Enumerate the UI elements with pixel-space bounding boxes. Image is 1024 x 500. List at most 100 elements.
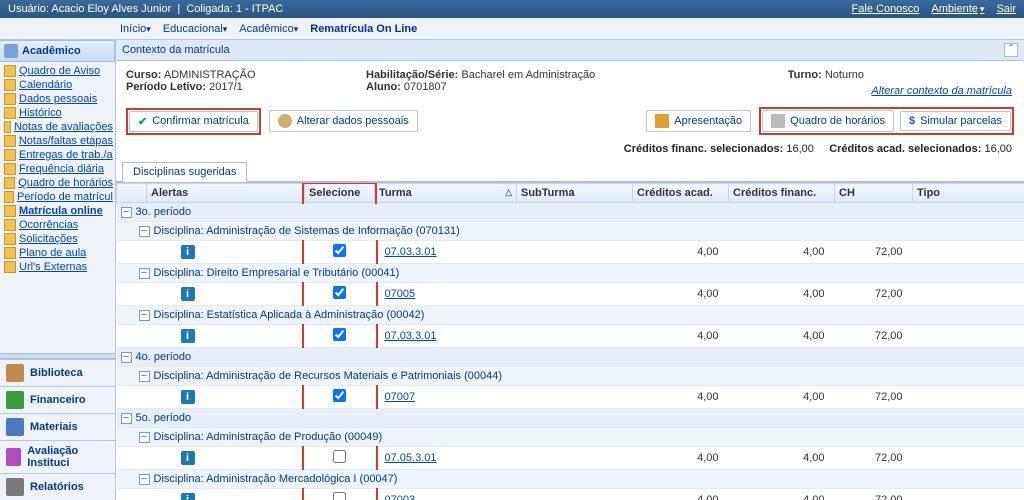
doc-icon bbox=[4, 219, 16, 231]
sidebar-item-quadro-aviso[interactable]: Quadro de Aviso bbox=[2, 64, 115, 78]
periodo-value: 2017/1 bbox=[209, 81, 243, 93]
info-icon[interactable]: i bbox=[181, 287, 195, 301]
select-checkbox[interactable] bbox=[333, 286, 346, 299]
sidebar-item-periodo-matricula[interactable]: Período de matrícul bbox=[2, 190, 115, 204]
period-row[interactable]: −4o. período bbox=[117, 348, 1024, 367]
discipline-row[interactable]: −Disciplina: Estatística Aplicada à Admi… bbox=[117, 306, 1024, 325]
turma-link[interactable]: 07.05.3.01 bbox=[379, 452, 437, 464]
info-icon[interactable]: i bbox=[181, 493, 195, 500]
info-icon[interactable]: i bbox=[181, 390, 195, 404]
discipline-row[interactable]: −Disciplina: Administração Mercadológica… bbox=[117, 470, 1024, 489]
main-panel: Contexto da matrícula ˆ Curso: ADMINISTR… bbox=[116, 40, 1024, 500]
fale-conosco-link[interactable]: Fale Conosco bbox=[852, 0, 920, 18]
select-checkbox[interactable] bbox=[333, 244, 346, 257]
col-turma[interactable]: Turma△ bbox=[375, 184, 517, 203]
col-subturma[interactable]: SubTurma bbox=[517, 184, 633, 203]
module-relatorios[interactable]: Relatórios bbox=[0, 473, 115, 500]
sidebar-item-solicitacoes[interactable]: Solicitações bbox=[2, 232, 115, 246]
tab-disciplinas-sugeridas[interactable]: Disciplinas sugeridas bbox=[122, 162, 247, 182]
simular-parcelas-button[interactable]: $ Simular parcelas bbox=[900, 111, 1011, 131]
col-alertas[interactable]: Alertas bbox=[147, 184, 305, 203]
discipline-row[interactable]: −Disciplina: Administração de Sistemas d… bbox=[117, 222, 1024, 241]
period-label: 4o. período bbox=[136, 351, 192, 363]
sidebar-item-dados-pessoais[interactable]: Dados pessoais bbox=[2, 92, 115, 106]
doc-icon bbox=[4, 247, 16, 259]
module-avaliacao[interactable]: Avaliação Instituci bbox=[0, 440, 115, 473]
sidebar-item-frequencia[interactable]: Frequência diária bbox=[2, 162, 115, 176]
crumb-academico[interactable]: Acadêmico▾ bbox=[239, 23, 304, 35]
collapse-icon[interactable]: − bbox=[139, 432, 150, 443]
sidebar-item-notas-faltas[interactable]: Notas/faltas etapas bbox=[2, 134, 115, 148]
highlight-confirmar: ✔ Confirmar matrícula bbox=[126, 108, 261, 135]
sidebar-item-plano-aula[interactable]: Plano de aula bbox=[2, 246, 115, 260]
col-ch[interactable]: CH bbox=[835, 184, 913, 203]
cred-acad-cell: 4,00 bbox=[633, 325, 729, 348]
module-materiais[interactable]: Materiais bbox=[0, 413, 115, 440]
alterar-contexto-link[interactable]: Alterar contexto da matrícula bbox=[871, 85, 1012, 97]
alterar-dados-button[interactable]: Alterar dados pessoais bbox=[269, 110, 418, 132]
collapse-icon[interactable]: − bbox=[121, 352, 132, 363]
sidebar-item-historico[interactable]: Histórico bbox=[2, 106, 115, 120]
col-selecione[interactable]: Selecione bbox=[305, 184, 375, 203]
discipline-row[interactable]: −Disciplina: Administração de Produção (… bbox=[117, 428, 1024, 447]
crumb-educacional[interactable]: Educacional▾ bbox=[163, 23, 233, 35]
quadro-horarios-button[interactable]: Quadro de horários bbox=[762, 110, 894, 132]
select-checkbox[interactable] bbox=[333, 328, 346, 341]
module-biblioteca[interactable]: Biblioteca bbox=[0, 359, 115, 386]
curso-value: ADMINISTRAÇÃO bbox=[164, 69, 256, 81]
turma-link[interactable]: 07007 bbox=[379, 391, 416, 403]
period-row[interactable]: −3o. período bbox=[117, 203, 1024, 222]
collapse-icon[interactable]: − bbox=[139, 226, 150, 237]
select-cell bbox=[305, 386, 375, 409]
academico-icon bbox=[4, 44, 18, 58]
col-expand[interactable] bbox=[117, 184, 147, 203]
cred-fin-label: Créditos financ. selecionados: bbox=[624, 143, 784, 155]
info-icon[interactable]: i bbox=[181, 245, 195, 259]
confirmar-matricula-button[interactable]: ✔ Confirmar matrícula bbox=[129, 111, 258, 132]
sidebar-item-matricula-online[interactable]: Matrícula online bbox=[2, 204, 115, 218]
select-checkbox[interactable] bbox=[333, 450, 346, 463]
sidebar-item-quadro-horarios[interactable]: Quadro de horários bbox=[2, 176, 115, 190]
crumb-inicio[interactable]: Início▾ bbox=[120, 23, 157, 35]
sidebar-section-academico[interactable]: Acadêmico bbox=[0, 40, 115, 62]
col-tipo[interactable]: Tipo bbox=[913, 184, 1024, 203]
dollar-icon: $ bbox=[909, 115, 915, 127]
ambiente-menu[interactable]: Ambiente▾ bbox=[931, 0, 984, 18]
module-financeiro[interactable]: Financeiro bbox=[0, 386, 115, 413]
apresentacao-button[interactable]: Apresentação bbox=[646, 110, 751, 132]
info-icon[interactable]: i bbox=[181, 329, 195, 343]
sidebar-item-ocorrencias[interactable]: Ocorrências bbox=[2, 218, 115, 232]
info-icon[interactable]: i bbox=[181, 451, 195, 465]
grid-scroll[interactable]: Alertas Selecione Turma△ SubTurma Crédit… bbox=[116, 182, 1024, 500]
period-label: 3o. período bbox=[136, 206, 192, 218]
turma-link[interactable]: 07.03.3.01 bbox=[379, 246, 437, 258]
sidebar-item-urls-externas[interactable]: Url's Externas bbox=[2, 260, 115, 274]
collapse-button[interactable]: ˆ bbox=[1004, 43, 1018, 57]
sidebar-tree[interactable]: Quadro de Aviso Calendário Dados pessoai… bbox=[0, 62, 115, 353]
discipline-row[interactable]: −Disciplina: Administração de Recursos M… bbox=[117, 367, 1024, 386]
collapse-icon[interactable]: − bbox=[121, 207, 132, 218]
cred-acad-value: 16,00 bbox=[984, 143, 1012, 155]
turma-link[interactable]: 07005 bbox=[379, 288, 416, 300]
select-checkbox[interactable] bbox=[333, 492, 346, 500]
collapse-icon[interactable]: − bbox=[139, 268, 150, 279]
sair-link[interactable]: Sair bbox=[996, 0, 1016, 18]
select-checkbox[interactable] bbox=[333, 389, 346, 402]
sidebar-item-notas-avaliacoes[interactable]: Notas de avaliações bbox=[2, 120, 115, 134]
col-cred-fin[interactable]: Créditos financ. bbox=[729, 184, 835, 203]
turma-link[interactable]: 07.03.3.01 bbox=[379, 330, 437, 342]
sidebar-bottom-modules: Biblioteca Financeiro Materiais Avaliaçã… bbox=[0, 359, 115, 500]
collapse-icon[interactable]: − bbox=[139, 371, 150, 382]
discipline-row[interactable]: −Disciplina: Direito Empresarial e Tribu… bbox=[117, 264, 1024, 283]
sidebar-item-calendario[interactable]: Calendário bbox=[2, 78, 115, 92]
cred-fin-cell: 4,00 bbox=[729, 283, 835, 306]
collapse-icon[interactable]: − bbox=[139, 310, 150, 321]
sidebar-item-entregas[interactable]: Entregas de trab./a bbox=[2, 148, 115, 162]
collapse-icon[interactable]: − bbox=[139, 474, 150, 485]
ch-cell: 72,00 bbox=[835, 489, 913, 500]
doc-icon bbox=[4, 177, 15, 189]
turma-link[interactable]: 07003 bbox=[379, 494, 416, 500]
collapse-icon[interactable]: − bbox=[121, 413, 132, 424]
col-cred-acad[interactable]: Créditos acad. bbox=[633, 184, 729, 203]
period-row[interactable]: −5o. período bbox=[117, 409, 1024, 428]
